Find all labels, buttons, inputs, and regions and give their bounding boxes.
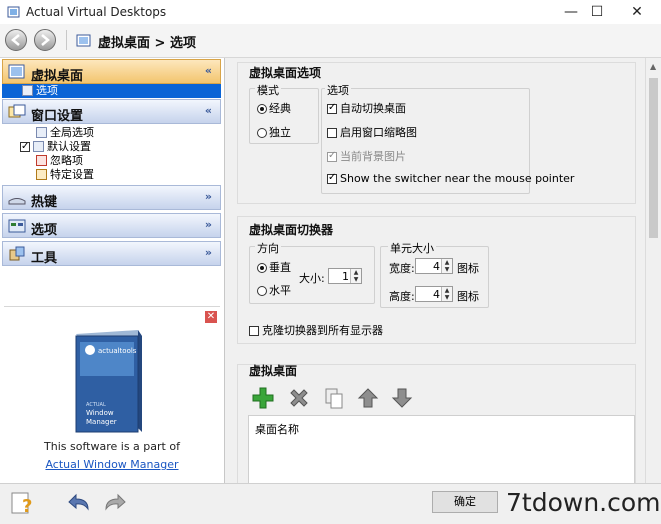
product-line2-text: Manager [86, 418, 117, 426]
size-label: 大小: [299, 272, 325, 285]
section-label: 工具 [31, 251, 58, 266]
width-label: 宽度: [389, 262, 415, 275]
sidebar-item-label: 默认设置 [47, 140, 91, 153]
mode-independent-radio[interactable]: 独立 [257, 124, 291, 140]
window-title: Actual Virtual Desktops [26, 5, 167, 19]
nav-divider [66, 30, 67, 50]
mode-legend: 模式 [255, 82, 281, 98]
direction-horizontal-radio[interactable]: 水平 [257, 282, 291, 298]
vertical-scrollbar[interactable]: ▲ [645, 58, 661, 483]
ad-close-button[interactable]: ✕ [205, 311, 217, 323]
block-icon [36, 155, 47, 166]
sidebar-item-label: 全局选项 [50, 126, 94, 139]
sidebar-item-default-settings[interactable]: 默认设置 [20, 140, 91, 154]
sidebar-item-label: 选项 [36, 84, 58, 97]
section-label: 选项 [31, 223, 58, 238]
arrow-right-icon [41, 34, 50, 46]
arrow-left-icon [11, 34, 20, 46]
expand-chevron-icon[interactable]: » [205, 218, 212, 231]
mode-classic-radio[interactable]: 经典 [257, 100, 291, 116]
scroll-up-icon[interactable]: ▲ [650, 62, 656, 71]
title-bar: Actual Virtual Desktops — ☐ ✕ [0, 0, 661, 24]
height-unit: 图标 [457, 290, 479, 303]
thumbnails-checkbox[interactable]: 启用窗口缩略图 [327, 124, 417, 140]
direction-vertical-radio[interactable]: 垂直 [257, 259, 291, 275]
svg-text:?: ? [22, 496, 32, 516]
desktop-icon [76, 34, 91, 47]
default-settings-checkbox[interactable] [20, 140, 33, 154]
ad-link[interactable]: Actual Window Manager [0, 458, 224, 471]
close-button[interactable]: ✕ [614, 0, 660, 24]
redo-icon[interactable] [102, 491, 128, 513]
expand-chevron-icon[interactable]: » [205, 190, 212, 203]
auto-switch-checkbox[interactable]: 自动切换桌面 [327, 100, 406, 116]
options-legend: 选项 [325, 82, 351, 98]
options-icon [8, 219, 26, 233]
undo-icon[interactable] [66, 491, 92, 513]
collapse-chevron-icon[interactable]: « [205, 64, 212, 77]
add-icon[interactable] [250, 385, 276, 411]
sidebar-section-options[interactable]: 选项 » [2, 213, 221, 238]
ad-text: This software is a part of [44, 440, 180, 453]
windows-icon [8, 104, 26, 118]
sidebar-item-global-options[interactable]: 全局选项 [36, 126, 94, 140]
sidebar-item-specific-settings[interactable]: 特定设置 [36, 168, 94, 182]
width-unit: 图标 [457, 262, 479, 275]
sidebar-section-virtual-desktops[interactable]: 虚拟桌面 « [2, 59, 221, 84]
size-stepper[interactable]: 1 ▲ ▼ [328, 268, 362, 284]
section-label: 热键 [31, 195, 58, 210]
sidebar-section-tools[interactable]: 工具 » [2, 241, 221, 266]
group-title: 虚拟桌面 [249, 364, 298, 378]
expand-chevron-icon[interactable]: » [205, 246, 212, 259]
column-header-desktop-name: 桌面名称 [255, 423, 299, 436]
copy-icon[interactable] [321, 385, 347, 411]
width-stepper[interactable]: 4 ▲ ▼ [415, 258, 453, 274]
desktop-icon [8, 64, 25, 79]
height-label: 高度: [389, 290, 415, 303]
scrollbar-thumb[interactable] [649, 78, 658, 238]
move-up-icon[interactable] [355, 385, 381, 411]
group-title: 虚拟桌面选项 [249, 66, 322, 80]
navigation-bar: 虚拟桌面 > 选项 [0, 24, 661, 58]
sidebar-item-label: 忽略项 [50, 154, 83, 167]
cell-size-legend: 单元大小 [388, 240, 436, 256]
current-background-checkbox[interactable]: 当前背景图片 [327, 148, 406, 164]
height-stepper[interactable]: 4 ▲ ▼ [415, 286, 453, 302]
section-label: 窗口设置 [31, 109, 84, 124]
ad-divider [4, 306, 220, 307]
help-icon[interactable]: ? [10, 490, 38, 516]
desktop-list[interactable]: 桌面名称 [248, 415, 635, 485]
group-title: 虚拟桌面切换器 [249, 223, 334, 237]
tools-icon [9, 246, 25, 261]
keyboard-icon [8, 198, 26, 205]
sidebar-section-hotkeys[interactable]: 热键 » [2, 185, 221, 210]
app-icon [7, 6, 20, 18]
sidebar-section-window-settings[interactable]: 窗口设置 « [2, 99, 221, 124]
sidebar-item-options[interactable]: 选项 [2, 84, 221, 98]
ok-button[interactable]: 确定 [432, 491, 498, 513]
clone-switcher-checkbox[interactable]: 克隆切换器到所有显示器 [249, 322, 383, 338]
collapse-chevron-icon[interactable]: « [205, 104, 212, 117]
sidebar-item-label: 特定设置 [50, 168, 94, 181]
brand-text: actualtools [98, 347, 137, 355]
show-switcher-checkbox[interactable]: Show the switcher near the mouse pointer [327, 172, 574, 185]
back-button[interactable] [5, 29, 27, 51]
section-label: 虚拟桌面 [31, 69, 84, 84]
delete-icon[interactable] [286, 385, 312, 411]
window-icon [33, 141, 44, 152]
forward-button[interactable] [34, 29, 56, 51]
gear-icon [22, 85, 33, 96]
breadcrumb: 虚拟桌面 > 选项 [98, 36, 196, 51]
move-down-icon[interactable] [389, 385, 415, 411]
gear-icon [36, 127, 47, 138]
direction-legend: 方向 [255, 240, 281, 256]
window-settings-icon [36, 169, 47, 180]
product-line1-text: Window [86, 409, 114, 417]
sidebar-item-exclusions[interactable]: 忽略项 [36, 154, 83, 168]
product-box-image: actualtools ACTUAL Window Manager [68, 328, 150, 438]
watermark-text: 7tdown.com [506, 488, 661, 517]
product-small-text: ACTUAL [86, 402, 106, 408]
